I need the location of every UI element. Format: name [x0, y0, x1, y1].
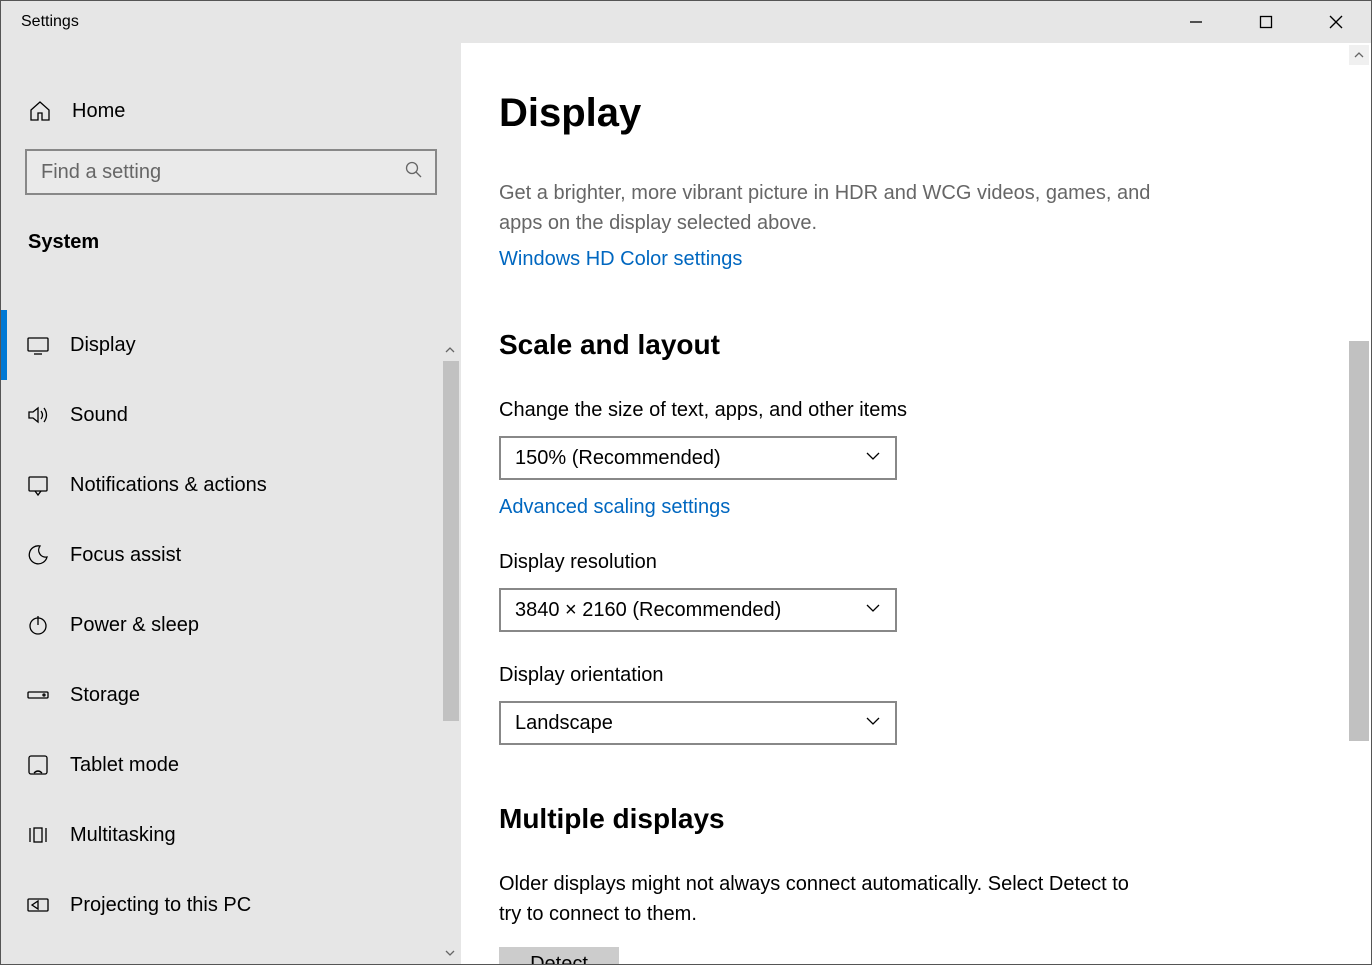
- moon-icon: [26, 543, 50, 567]
- maximize-button[interactable]: [1231, 1, 1301, 43]
- projecting-icon: [26, 893, 50, 917]
- search-box[interactable]: [25, 149, 437, 195]
- tablet-icon: [26, 753, 50, 777]
- sidebar-item-display[interactable]: Display: [1, 310, 461, 380]
- window-controls: [1161, 1, 1371, 43]
- resolution-dropdown[interactable]: 3840 × 2160 (Recommended): [499, 588, 897, 632]
- chevron-down-icon: [865, 600, 881, 621]
- display-icon: [26, 333, 50, 357]
- window-title: Settings: [21, 13, 79, 31]
- sidebar-item-label: Power & sleep: [70, 614, 199, 637]
- search-icon: [405, 161, 423, 184]
- resolution-value: 3840 × 2160 (Recommended): [515, 599, 781, 622]
- search-input[interactable]: [41, 161, 405, 184]
- sidebar-item-sound[interactable]: Sound: [1, 380, 461, 450]
- chevron-down-icon: [865, 448, 881, 469]
- multiple-displays-heading: Multiple displays: [499, 803, 1371, 835]
- main-scrollbar-thumb[interactable]: [1349, 341, 1369, 741]
- sidebar-item-label: Multitasking: [70, 824, 176, 847]
- scale-layout-heading: Scale and layout: [499, 329, 1371, 361]
- notifications-icon: [26, 473, 50, 497]
- sidebar-item-label: Storage: [70, 684, 140, 707]
- main-scroll-up[interactable]: [1349, 45, 1369, 65]
- storage-icon: [26, 683, 50, 707]
- advanced-scaling-link[interactable]: Advanced scaling settings: [499, 496, 730, 519]
- orientation-value: Landscape: [515, 712, 613, 735]
- orientation-dropdown[interactable]: Landscape: [499, 701, 897, 745]
- sidebar-item-multitasking[interactable]: Multitasking: [1, 800, 461, 870]
- resolution-label: Display resolution: [499, 551, 1371, 574]
- section-label: System: [28, 231, 461, 254]
- home-label: Home: [72, 100, 125, 123]
- power-icon: [26, 613, 50, 637]
- orientation-label: Display orientation: [499, 664, 1371, 687]
- home-icon: [28, 99, 52, 123]
- minimize-button[interactable]: [1161, 1, 1231, 43]
- sidebar-item-projecting[interactable]: Projecting to this PC: [1, 870, 461, 940]
- sidebar-item-focus-assist[interactable]: Focus assist: [1, 520, 461, 590]
- sidebar-item-label: Focus assist: [70, 544, 181, 567]
- sidebar: Home System Display Sound Notifications …: [1, 43, 461, 964]
- page-title: Display: [499, 91, 1371, 136]
- main-content: Display Get a brighter, more vibrant pic…: [461, 43, 1371, 964]
- sidebar-scroll-down[interactable]: [441, 944, 459, 962]
- scale-dropdown[interactable]: 150% (Recommended): [499, 436, 897, 480]
- detect-button[interactable]: Detect: [499, 947, 619, 964]
- sidebar-item-label: Projecting to this PC: [70, 894, 251, 917]
- close-button[interactable]: [1301, 1, 1371, 43]
- sidebar-item-label: Tablet mode: [70, 754, 179, 777]
- multitasking-icon: [26, 823, 50, 847]
- home-nav[interactable]: Home: [1, 81, 461, 143]
- sound-icon: [26, 403, 50, 427]
- sidebar-item-label: Notifications & actions: [70, 474, 267, 497]
- sidebar-item-tablet-mode[interactable]: Tablet mode: [1, 730, 461, 800]
- titlebar: Settings: [1, 1, 1371, 43]
- hd-color-settings-link[interactable]: Windows HD Color settings: [499, 248, 742, 271]
- scale-value: 150% (Recommended): [515, 447, 721, 470]
- scale-label: Change the size of text, apps, and other…: [499, 399, 1371, 422]
- sidebar-item-power-sleep[interactable]: Power & sleep: [1, 590, 461, 660]
- hdr-description: Get a brighter, more vibrant picture in …: [499, 178, 1179, 238]
- sidebar-item-label: Sound: [70, 404, 128, 427]
- sidebar-item-notifications[interactable]: Notifications & actions: [1, 450, 461, 520]
- chevron-down-icon: [865, 713, 881, 734]
- multiple-displays-description: Older displays might not always connect …: [499, 869, 1139, 929]
- sidebar-item-storage[interactable]: Storage: [1, 660, 461, 730]
- sidebar-item-label: Display: [70, 334, 136, 357]
